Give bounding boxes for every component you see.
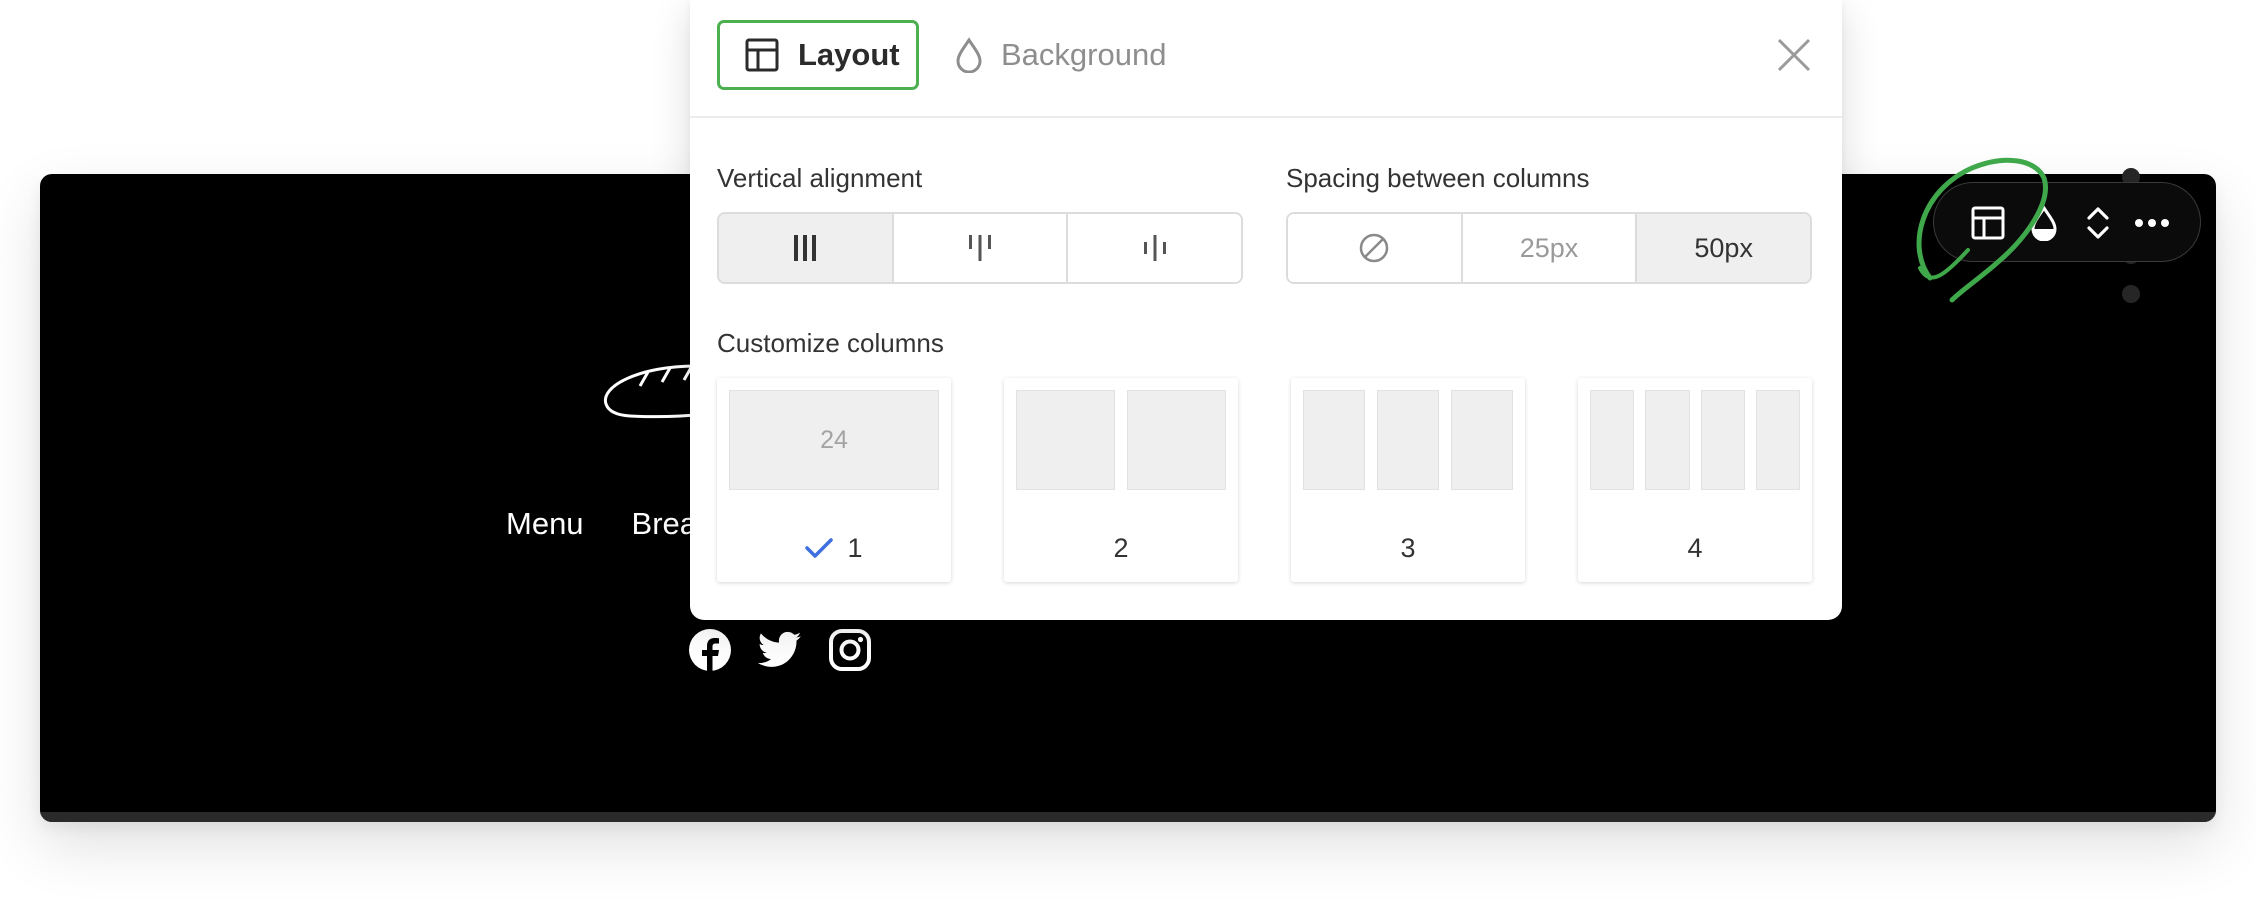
tab-layout-label: Layout bbox=[798, 37, 900, 72]
droplet-icon[interactable] bbox=[2022, 201, 2066, 245]
droplet-icon bbox=[956, 37, 982, 73]
spacing-25px-button[interactable]: 25px bbox=[1462, 214, 1638, 282]
panel-header: Layout Background bbox=[690, 0, 1842, 118]
tab-background[interactable]: Background bbox=[955, 20, 1166, 90]
column-preview-block bbox=[1645, 390, 1690, 490]
spacing-none-button[interactable] bbox=[1288, 214, 1463, 282]
layout-settings-panel: Layout Background Vertical alignment Spa… bbox=[690, 0, 1842, 620]
columns-option-2[interactable]: 2 bbox=[1004, 378, 1238, 582]
tab-background-label: Background bbox=[1001, 37, 1167, 72]
section-toolbar bbox=[1933, 182, 2201, 262]
customize-columns-label: Customize columns bbox=[717, 328, 944, 358]
move-up-down-icon[interactable] bbox=[2076, 201, 2120, 245]
columns-count: 2 bbox=[1113, 532, 1129, 563]
editor-canvas: Menu Brea Layout Background Vertical ali… bbox=[0, 0, 2256, 902]
section-bottom-edge bbox=[40, 812, 2216, 822]
more-icon[interactable] bbox=[2130, 201, 2174, 245]
nav-item-breakfast[interactable]: Brea bbox=[632, 506, 697, 542]
columns-option-3[interactable]: 3 bbox=[1291, 378, 1525, 582]
vertical-alignment-label: Vertical alignment bbox=[717, 163, 923, 193]
site-nav: Menu Brea bbox=[506, 506, 697, 542]
columns-count: 1 bbox=[847, 532, 863, 563]
align-center-button[interactable] bbox=[1068, 214, 1241, 282]
columns-option-1[interactable]: 24 1 bbox=[717, 378, 951, 582]
column-preview-block: 24 bbox=[729, 390, 939, 490]
align-top-button[interactable] bbox=[893, 214, 1069, 282]
facebook-icon[interactable] bbox=[686, 626, 734, 674]
no-spacing-icon bbox=[1360, 233, 1389, 263]
instagram-icon[interactable] bbox=[826, 626, 874, 674]
layout-icon bbox=[745, 38, 779, 72]
align-top-icon bbox=[969, 235, 991, 261]
column-preview-block bbox=[1303, 390, 1365, 490]
vertical-alignment-control bbox=[717, 212, 1243, 284]
nav-item-menu[interactable]: Menu bbox=[506, 506, 584, 542]
align-stretch-button[interactable] bbox=[719, 214, 894, 282]
spacing-control: 25px 50px bbox=[1286, 212, 1812, 284]
columns-count: 4 bbox=[1687, 532, 1703, 563]
close-icon[interactable] bbox=[1775, 36, 1813, 74]
column-preview-block bbox=[1700, 390, 1745, 490]
twitter-icon[interactable] bbox=[756, 626, 804, 674]
check-icon bbox=[805, 538, 834, 558]
column-preview-block bbox=[1590, 390, 1635, 490]
layout-icon[interactable] bbox=[1966, 201, 2010, 245]
column-preview-block bbox=[1755, 390, 1800, 490]
tab-layout[interactable]: Layout bbox=[717, 20, 919, 90]
spacing-50px-button[interactable]: 50px bbox=[1637, 214, 1810, 282]
align-stretch-icon bbox=[794, 235, 817, 261]
columns-option-4[interactable]: 4 bbox=[1578, 378, 1812, 582]
align-center-icon bbox=[1143, 235, 1166, 261]
column-preview-block bbox=[1127, 390, 1226, 490]
column-preview-block bbox=[1451, 390, 1513, 490]
columns-count: 3 bbox=[1400, 532, 1416, 563]
spacing-label: Spacing between columns bbox=[1286, 163, 1590, 193]
column-preview-block bbox=[1377, 390, 1439, 490]
column-preview-block bbox=[1016, 390, 1115, 490]
social-links bbox=[686, 626, 874, 674]
